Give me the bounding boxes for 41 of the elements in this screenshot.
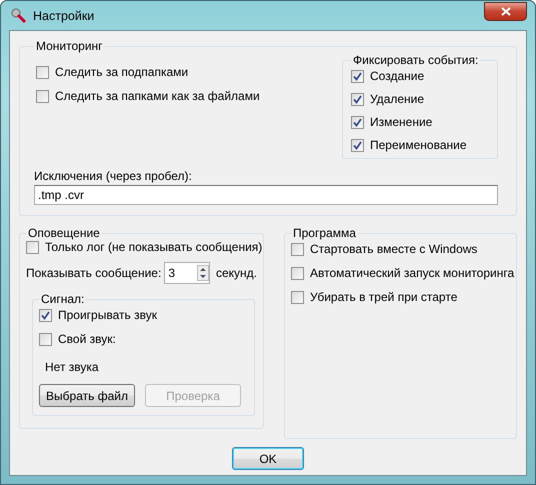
checkbox[interactable] [39,308,52,322]
checkbox-label[interactable]: Свой звук: [58,332,116,346]
checkbox[interactable] [351,138,364,152]
ok-button[interactable]: OK [232,447,304,470]
checkbox-label[interactable]: Переименование [370,138,466,152]
checkbox-label[interactable]: Изменение [370,115,432,129]
checkbox[interactable] [291,290,304,304]
group-title: Сигнал: [40,292,86,306]
checkbox[interactable] [351,116,364,128]
checkbox-label[interactable]: Автоматический запуск мониторинга [310,266,514,280]
checkbox-label[interactable]: Удаление [370,92,424,106]
checkbox[interactable] [26,240,39,254]
checkbox[interactable] [36,90,49,102]
field-label: Показывать сообщение: [26,266,162,280]
checkbox[interactable] [351,92,364,106]
group-title: Фиксировать события: [352,53,480,67]
unit-label: секунд. [216,266,257,280]
group-title: Мониторинг [35,39,104,53]
window-title: Настройки [33,8,96,22]
exclusions-field[interactable]: .tmp .cvr [34,185,498,205]
sound-name: Нет звука [45,360,100,374]
checkbox-label[interactable]: Только лог (не показывать сообщения) [45,240,262,254]
checkbox-label[interactable]: Проигрывать звук [58,308,157,322]
checkbox[interactable] [291,266,304,280]
checkbox-label[interactable]: Стартовать вместе с Windows [310,242,478,256]
checkbox[interactable] [291,242,304,256]
dialog-button[interactable]: Выбрать файл [39,384,135,407]
checkbox-label[interactable]: Создание [370,69,424,83]
checkbox-label[interactable]: Следить за папками как за файлами [55,89,260,103]
close-icon [500,6,510,16]
checkbox[interactable] [351,70,364,82]
checkbox-label[interactable]: Убирать в трей при старте [310,290,458,304]
field-label: Исключения (через пробел): [34,169,193,183]
checkbox[interactable] [39,332,52,346]
checkbox-label[interactable]: Следить за подпапками [55,65,188,79]
close-button[interactable] [484,2,527,20]
checkbox[interactable] [36,66,49,78]
group-title: Оповещение [27,226,101,240]
spinner-arrows-icon[interactable] [196,265,209,281]
group-title: Программа [292,226,357,240]
number-field[interactable]: 3 [164,262,210,284]
